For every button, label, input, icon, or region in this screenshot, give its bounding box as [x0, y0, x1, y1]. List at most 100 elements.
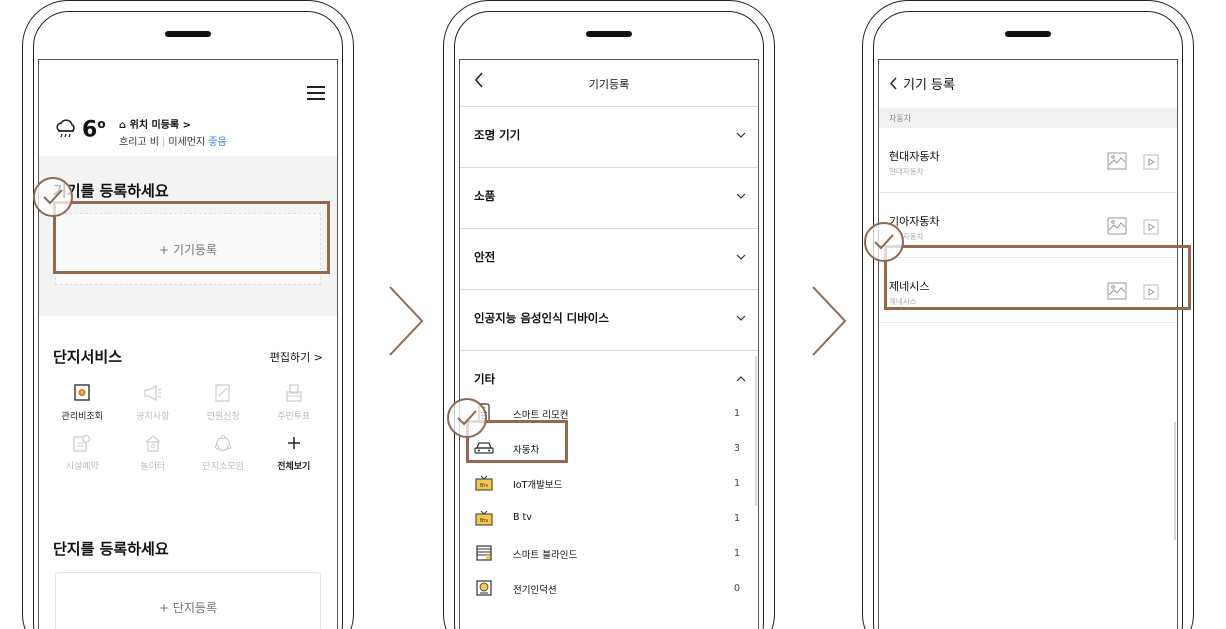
phone-speaker [1005, 31, 1051, 37]
service-label: 전체보기 [277, 462, 311, 472]
back-arrow-icon[interactable] [889, 77, 897, 90]
induction-icon [474, 578, 494, 598]
edit-services-link[interactable]: 편집하기 > [270, 349, 323, 365]
phone-frame-device-register: 기기등록 조명 기기 소품 안전 인공지능 음성인식 디바이스 기타 스마트 리… [443, 0, 775, 629]
location-link[interactable]: ⌂ 위치 미등록 > [119, 116, 191, 131]
service-bill[interactable]: 관리비조회 [47, 382, 118, 422]
home-screen: 6o ⌂ 위치 미등록 > 흐리고 비 | 미세먼지 좋음 기기를 등록하세요 + … [38, 59, 338, 629]
service-grid: 관리비조회 공지사항 민원신청 주민투표 시설예약 놀이터 단지소모임 전체보기 [47, 382, 329, 472]
device-item-blind[interactable]: 스마트 블라인드 1 [460, 536, 758, 570]
playground-icon [142, 432, 164, 454]
service-label: 민원신청 [206, 412, 240, 422]
play-icon[interactable] [1143, 154, 1159, 170]
service-label: 단지소모임 [202, 462, 244, 472]
next-step-arrow-icon [389, 286, 424, 356]
megaphone-icon [142, 382, 164, 404]
brand-item-hyundai[interactable]: 현대자동차 현대자동차 [879, 128, 1177, 193]
service-facility[interactable]: 시설예약 [47, 432, 118, 472]
phone-speaker [165, 31, 211, 37]
image-icon[interactable] [1107, 217, 1127, 235]
car-brand-screen: 기기 등록 자동차 현대자동차 현대자동차 기아자동차 기아자동차 제네시스 제… [878, 59, 1178, 629]
check-icon [864, 222, 904, 262]
check-icon [33, 177, 73, 217]
device-item-iot-board[interactable]: Btv IoT개발보드 1 [460, 466, 758, 500]
highlight-add-device [53, 201, 330, 274]
service-section-title: 단지서비스 [53, 348, 123, 366]
svg-text:Btv: Btv [480, 518, 488, 524]
hamburger-menu-icon[interactable] [307, 86, 325, 104]
section-header: 자동차 [879, 108, 1177, 128]
device-name: B tv [513, 512, 532, 523]
service-vote[interactable]: 주민투표 [259, 382, 330, 422]
category-props[interactable]: 소품 [460, 168, 758, 229]
blind-icon [474, 543, 494, 563]
scrollbar[interactable] [1174, 422, 1176, 540]
device-item-induction[interactable]: 전기인덕션 0 [460, 571, 758, 605]
device-name: 전기인덕션 [513, 585, 557, 596]
service-label: 주민투표 [277, 412, 311, 422]
highlight-genesis [884, 245, 1191, 310]
scrollbar[interactable] [755, 356, 757, 506]
chevron-down-icon [736, 254, 746, 260]
play-icon[interactable] [1143, 219, 1159, 235]
community-icon [212, 432, 234, 454]
device-name: IoT개발보드 [513, 480, 563, 491]
category-lighting[interactable]: 조명 기기 [460, 107, 758, 168]
phone-bezel: 기기등록 조명 기기 소품 안전 인공지능 음성인식 디바이스 기타 스마트 리… [454, 11, 764, 629]
service-label: 놀이터 [140, 462, 166, 472]
service-notice[interactable]: 공지사항 [118, 382, 189, 422]
device-count: 1 [733, 548, 740, 559]
device-count: 1 [733, 478, 740, 489]
category-etc[interactable]: 기타 [460, 351, 758, 391]
device-name: 스마트 블라인드 [513, 550, 578, 561]
device-count: 3 [733, 443, 740, 454]
dust-label: 미세먼지 [168, 137, 206, 148]
device-count: 1 [733, 513, 740, 524]
weather-text: 흐리고 비 [119, 137, 159, 148]
brand-name: 현대자동차 [889, 150, 940, 163]
category-ai-voice[interactable]: 인공지능 음성인식 디바이스 [460, 290, 758, 351]
device-item-btv[interactable]: Btv B tv 1 [460, 501, 758, 535]
device-register-screen: 기기등록 조명 기기 소품 안전 인공지능 음성인식 디바이스 기타 스마트 리… [459, 59, 759, 629]
btv-iot-board-icon: Btv [474, 473, 494, 493]
page-title: 기기 등록 [903, 78, 955, 93]
category-label: 기타 [474, 372, 496, 386]
dust-status: 좋음 [208, 137, 227, 148]
ballot-box-icon [283, 382, 305, 404]
rain-cloud-icon [56, 119, 75, 137]
phone-bezel: 6o ⌂ 위치 미등록 > 흐리고 비 | 미세먼지 좋음 기기를 등록하세요 + … [33, 11, 343, 629]
phone-speaker [586, 31, 632, 37]
service-label: 공지사항 [136, 412, 170, 422]
weather-widget: 6o [54, 117, 106, 142]
btv-icon: Btv [474, 508, 494, 528]
service-playground[interactable]: 놀이터 [118, 432, 189, 472]
chevron-down-icon [736, 315, 746, 321]
service-label: 관리비조회 [61, 412, 103, 422]
category-label: 인공지능 음성인식 디바이스 [474, 311, 609, 325]
header: 기기 등록 [889, 74, 955, 93]
add-complex-button[interactable]: + 단지등록 [55, 572, 321, 629]
chevron-down-icon [736, 193, 746, 199]
service-view-all[interactable]: 전체보기 [259, 432, 330, 472]
service-community[interactable]: 단지소모임 [188, 432, 259, 472]
category-label: 소품 [474, 189, 496, 203]
edit-document-icon [212, 382, 234, 404]
plus-icon [283, 432, 305, 454]
category-label: 조명 기기 [474, 128, 521, 142]
next-step-arrow-icon [812, 286, 847, 356]
phone-frame-car-brands: 기기 등록 자동차 현대자동차 현대자동차 기아자동차 기아자동차 제네시스 제… [862, 0, 1194, 629]
facility-calendar-icon [71, 432, 93, 454]
temperature: 6o [82, 117, 106, 143]
brand-subtitle: 현대자동차 [889, 167, 924, 176]
page-title: 기기등록 [588, 78, 630, 91]
category-label: 안전 [474, 250, 496, 264]
phone-frame-home: 6o ⌂ 위치 미등록 > 흐리고 비 | 미세먼지 좋음 기기를 등록하세요 + … [22, 0, 354, 629]
device-count: 1 [733, 408, 740, 419]
chevron-down-icon [736, 132, 746, 138]
chevron-up-icon [736, 376, 746, 382]
device-count: 0 [733, 583, 740, 594]
service-complaint[interactable]: 민원신청 [188, 382, 259, 422]
svg-text:Btv: Btv [480, 483, 488, 489]
image-icon[interactable] [1107, 152, 1127, 170]
category-safety[interactable]: 안전 [460, 229, 758, 290]
